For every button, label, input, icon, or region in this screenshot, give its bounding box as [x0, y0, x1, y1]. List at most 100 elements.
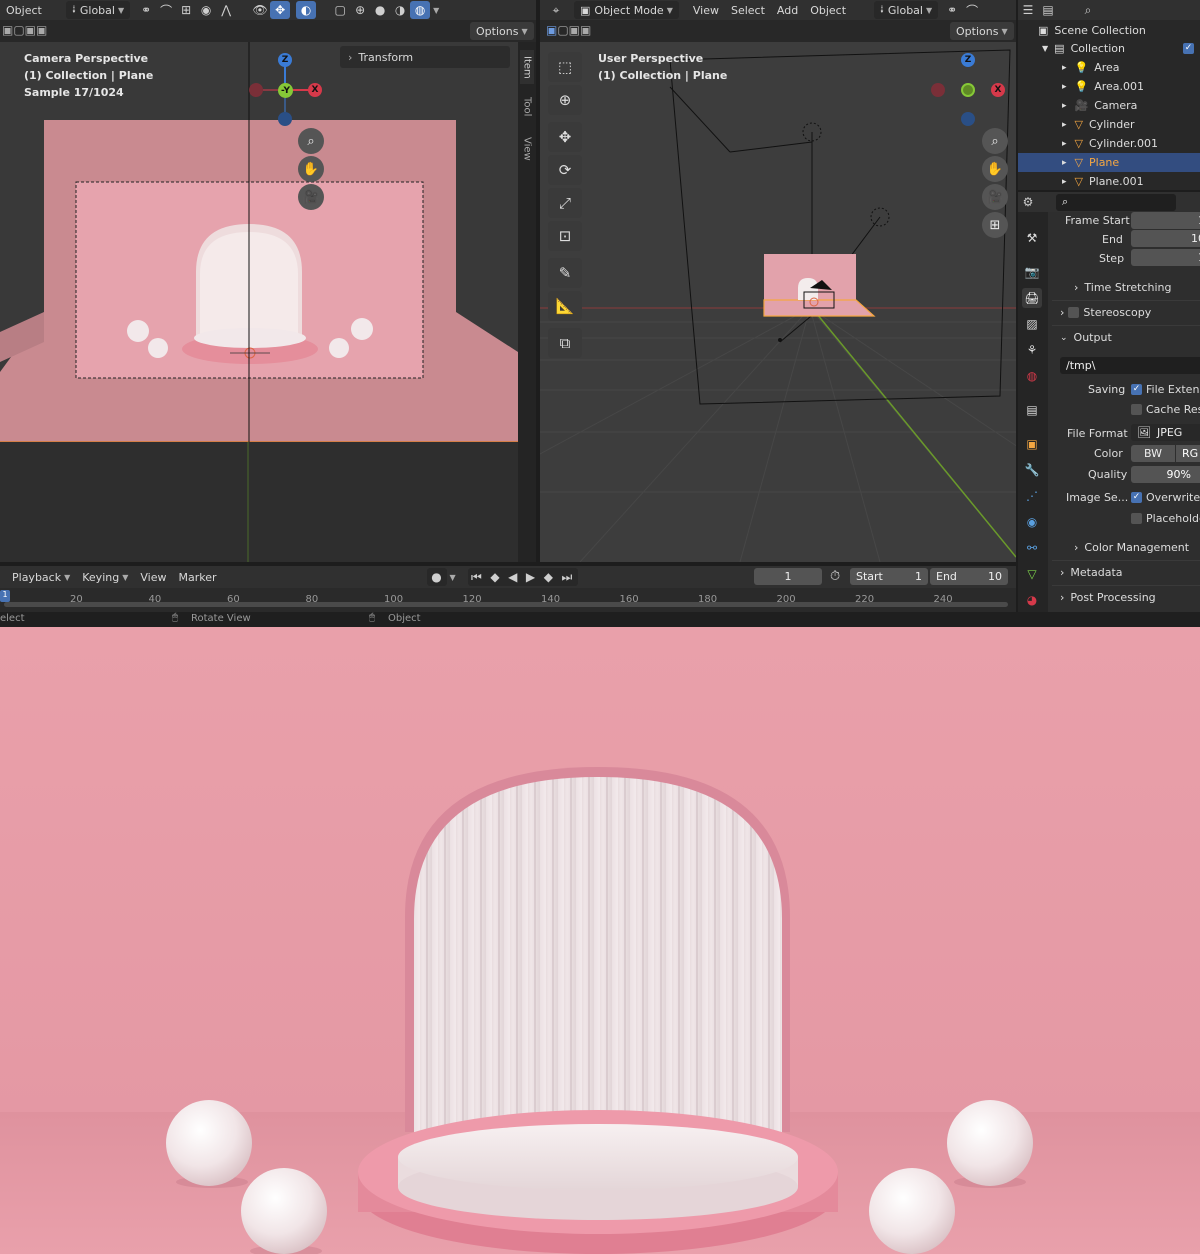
editor-type-icon[interactable]: ☰ [1018, 1, 1038, 19]
scale-tool-icon[interactable]: ⤢ [548, 188, 582, 218]
marker-menu[interactable]: Marker [172, 568, 222, 586]
snap-icon[interactable]: ⌒ [156, 1, 176, 19]
transform-tool-icon[interactable]: ⊡ [548, 221, 582, 251]
expand-icon[interactable]: ▸ [1062, 101, 1067, 111]
perspective-toggle-icon[interactable]: ⊞ [982, 212, 1008, 238]
stereoscopy-checkbox[interactable] [1068, 307, 1080, 318]
output-panel[interactable]: ⌄ Output [1060, 331, 1112, 344]
camera-view-icon[interactable]: 🎥 [298, 184, 324, 210]
cache-result-option[interactable]: Cache Resu [1131, 403, 1200, 416]
timeline-view-menu[interactable]: View [134, 568, 172, 586]
gizmo-toggle-icon[interactable]: ✥ [270, 1, 291, 19]
add-menu[interactable]: Add [771, 1, 804, 19]
gizmo-y-axis[interactable]: -Y [278, 83, 293, 98]
particles-tab-icon[interactable]: ⋰ [1022, 486, 1042, 506]
camera-view-icon-right[interactable]: 🎥 [982, 184, 1008, 210]
play-icon[interactable]: ▶ [526, 570, 537, 584]
expand-icon[interactable]: ▸ [1062, 158, 1067, 168]
file-format-dropdown[interactable]: 🖼 JPEG [1131, 424, 1200, 441]
gizmo-y-axis-right[interactable] [961, 83, 975, 97]
jump-end-icon[interactable]: ⏭ [562, 570, 575, 585]
properties-search[interactable]: ⌕ [1056, 193, 1176, 211]
material-shading-icon[interactable]: ◑ [390, 1, 410, 19]
render-tab-icon[interactable]: 📷 [1022, 262, 1042, 282]
pan-hand-icon-right[interactable]: ✋ [982, 156, 1008, 182]
frame-start-field[interactable]: 1 [1131, 212, 1200, 229]
timeline-scrollbar[interactable] [4, 602, 1008, 607]
output-tab-icon[interactable]: 🖨 [1022, 288, 1042, 308]
next-keyframe-icon[interactable]: ◆ [544, 570, 555, 584]
solid-shading-icon[interactable]: ● [370, 1, 390, 19]
outliner-item-cylinder-001[interactable]: ▸ ▽ Cylinder.001 [1018, 134, 1200, 153]
quality-slider[interactable]: 90% [1131, 466, 1200, 483]
expand-icon[interactable]: ▸ [1062, 63, 1067, 73]
time-stretching-panel[interactable]: › Time Stretching [1074, 281, 1172, 294]
collection-tab-icon[interactable]: ▤ [1022, 400, 1042, 420]
select-tool-icon[interactable]: ⬚ [548, 52, 582, 82]
options-dropdown-right[interactable]: Options ▼ [950, 22, 1014, 40]
expand-icon[interactable]: ▸ [1062, 177, 1067, 187]
start-frame-field[interactable]: Start 1 [850, 568, 928, 585]
pan-hand-icon[interactable]: ✋ [298, 156, 324, 182]
snap-icon[interactable]: ⌒ [962, 1, 982, 19]
move-tool-icon[interactable]: ✥ [548, 122, 582, 152]
selection-mode-icons[interactable]: ▣▢▣▣ [2, 23, 47, 37]
step-field[interactable]: 1 [1131, 249, 1200, 266]
gizmo-neg-x-right[interactable] [931, 83, 945, 97]
end-field[interactable]: 10 [1131, 230, 1200, 247]
annotate-tool-icon[interactable]: ✎ [548, 258, 582, 288]
jump-start-icon[interactable]: ⏮ [471, 570, 484, 585]
gizmo-x-axis[interactable]: X [308, 83, 322, 97]
orientation-dropdown-right[interactable]: ⭭ Global ▼ [874, 1, 939, 19]
search-icon[interactable]: ⌕ [1078, 1, 1098, 19]
rendered-shading-icon[interactable]: ◍ [410, 1, 431, 19]
visibility-icon[interactable]: 👁 [250, 1, 270, 19]
file-extensions-option[interactable]: ✓ File Extensi [1131, 383, 1200, 396]
outliner-item-area-001[interactable]: ▸ 💡 Area.001 [1018, 77, 1200, 96]
prev-keyframe-icon[interactable]: ◆ [490, 570, 501, 584]
overwrite-option[interactable]: ✓ Overwrite [1131, 491, 1200, 504]
view-menu[interactable]: View [687, 1, 725, 19]
left-viewport[interactable]: Camera Perspective (1) Collection | Plan… [0, 42, 518, 562]
measure-tool-icon[interactable]: 📐 [548, 291, 582, 321]
gizmo-z-axis[interactable]: Z [278, 53, 292, 67]
wireframe-shading-icon[interactable]: ⊕ [350, 1, 370, 19]
orientation-dropdown[interactable]: ⭭ Global ▼ [66, 1, 131, 19]
tab-view[interactable]: View [520, 132, 534, 166]
playback-menu[interactable]: Playback ▼ [6, 568, 76, 586]
color-bw-button[interactable]: BW [1131, 445, 1175, 462]
gizmo-neg-x[interactable] [249, 83, 263, 97]
stopwatch-icon[interactable]: ⏱ [830, 569, 840, 584]
gizmo-neg-z[interactable] [278, 112, 292, 126]
placeholders-checkbox[interactable] [1131, 513, 1142, 524]
output-path-field[interactable]: /tmp\ [1060, 357, 1200, 374]
end-frame-field[interactable]: End 10 [930, 568, 1008, 585]
view-layer-tab-icon[interactable]: ▨ [1022, 314, 1042, 334]
post-processing-panel[interactable]: › Post Processing [1060, 591, 1156, 604]
overlay-toggle-icon[interactable]: ◐ [296, 1, 317, 19]
pivot-icon[interactable]: ⚭ [942, 1, 962, 19]
file-extensions-checkbox[interactable]: ✓ [1131, 384, 1142, 395]
expand-icon[interactable]: ▸ [1062, 82, 1067, 92]
editor-type-icon[interactable]: ⚙ [1018, 193, 1038, 211]
record-icon[interactable]: ● [426, 568, 447, 586]
transform-panel-header[interactable]: › Transform [340, 46, 510, 68]
rotate-tool-icon[interactable]: ⟳ [548, 155, 582, 185]
placeholders-option[interactable]: Placeholde [1131, 512, 1200, 525]
editor-type-icon[interactable]: ⌖ [546, 1, 566, 19]
play-reverse-icon[interactable]: ◀ [508, 570, 519, 584]
outliner-item-plane-001[interactable]: ▸ ▽ Plane.001 [1018, 172, 1200, 191]
collection-row[interactable]: ▼ ▤ Collection ✓ [1042, 39, 1200, 58]
tab-item[interactable]: Item [520, 50, 534, 84]
expand-icon[interactable]: ▸ [1062, 139, 1067, 149]
outliner-item-cylinder[interactable]: ▸ ▽ Cylinder [1018, 115, 1200, 134]
xray-icon[interactable]: ▢ [330, 1, 350, 19]
playback-controls[interactable]: ⏮ ◆ ◀ ▶ ◆ ⏭ [467, 568, 578, 586]
material-tab-icon[interactable]: ◕ [1022, 590, 1042, 610]
color-management-panel[interactable]: › Color Management [1074, 541, 1189, 554]
options-dropdown[interactable]: Options ▼ [470, 22, 534, 40]
outliner-item-camera[interactable]: ▸ 🎥 Camera [1018, 96, 1200, 115]
zoom-icon[interactable]: ⌕ [298, 128, 324, 154]
object-menu[interactable]: Object [0, 1, 60, 19]
gizmo-x-axis-right[interactable]: X [991, 83, 1005, 97]
